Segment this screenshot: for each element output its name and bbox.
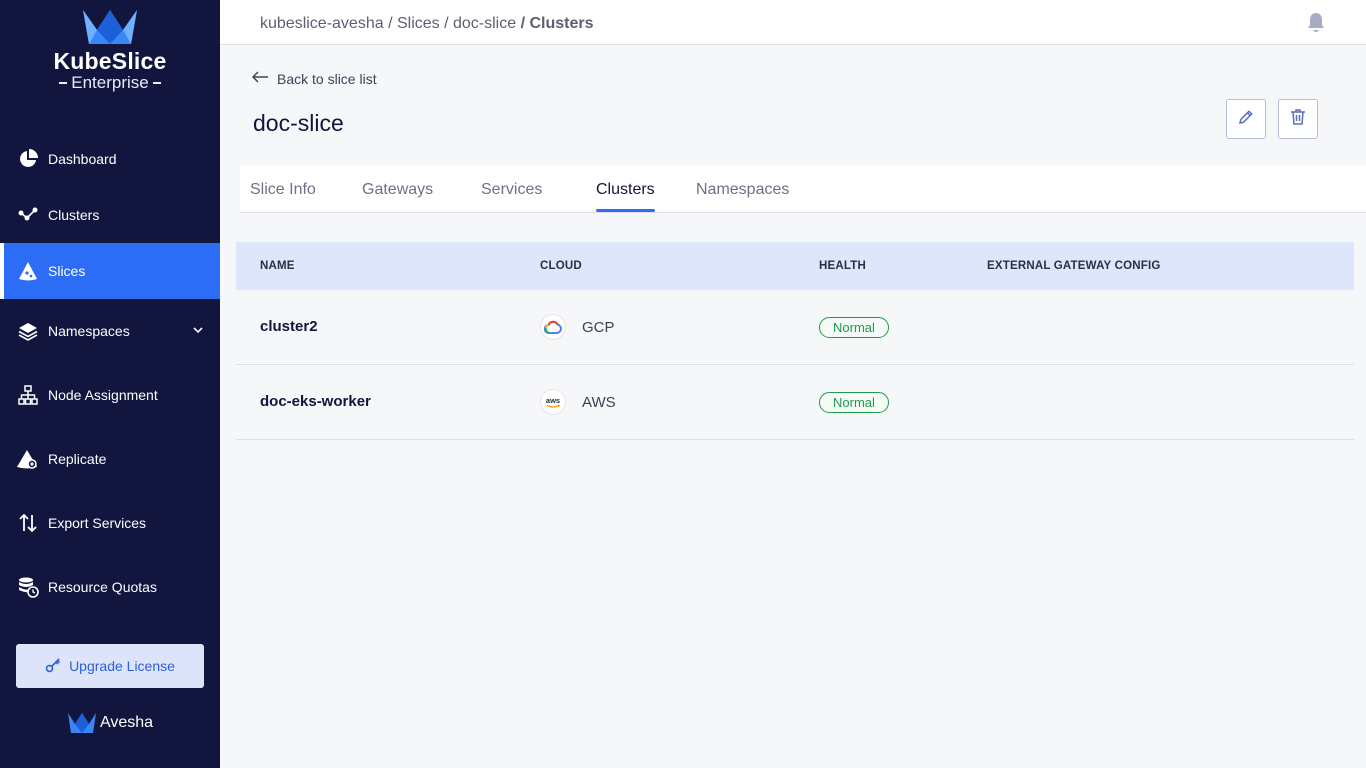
slice-icon bbox=[17, 260, 39, 282]
arrows-updown-icon bbox=[17, 512, 39, 534]
column-header-cloud[interactable]: CLOUD bbox=[540, 260, 582, 272]
cloud-cell: aws AWS bbox=[540, 389, 616, 415]
tab-namespaces[interactable]: Namespaces bbox=[696, 181, 789, 199]
trash-icon bbox=[1289, 108, 1307, 131]
cluster-name[interactable]: cluster2 bbox=[260, 318, 318, 335]
sidebar-item-namespaces[interactable]: Namespaces bbox=[0, 303, 220, 359]
breadcrumb-separator: / bbox=[388, 15, 397, 32]
crown-logo-icon bbox=[83, 10, 137, 44]
chevron-down-icon[interactable] bbox=[192, 323, 204, 339]
sidebar-item-label: Export Services bbox=[48, 515, 147, 531]
sidebar-item-resource-quotas[interactable]: Resource Quotas bbox=[0, 559, 220, 615]
cloud-name: AWS bbox=[582, 393, 616, 411]
breadcrumb-item[interactable]: doc-slice bbox=[453, 15, 516, 32]
table-header: NAME CLOUD HEALTH EXTERNAL GATEWAY CONFI… bbox=[236, 242, 1354, 290]
health-status-badge: Normal bbox=[819, 317, 889, 338]
upgrade-license-label: Upgrade License bbox=[69, 658, 175, 674]
sidebar: KubeSlice Enterprise Dashboard Clusters … bbox=[0, 0, 220, 768]
tab-slice-info[interactable]: Slice Info bbox=[250, 181, 316, 199]
sidebar-item-node-assignment[interactable]: Node Assignment bbox=[0, 367, 220, 423]
sidebar-item-export-services[interactable]: Export Services bbox=[0, 495, 220, 551]
sidebar-item-label: Slices bbox=[48, 263, 86, 279]
tab-bar: Slice Info Gateways Services Clusters Na… bbox=[240, 165, 1366, 213]
breadcrumb-separator: / bbox=[444, 15, 453, 32]
sidebar-item-clusters[interactable]: Clusters bbox=[0, 187, 220, 243]
back-label: Back to slice list bbox=[277, 70, 377, 87]
database-clock-icon bbox=[17, 576, 39, 598]
breadcrumb-current: Clusters bbox=[529, 15, 594, 32]
breadcrumb: kubeslice-avesha / Slices / doc-slice / … bbox=[260, 15, 594, 33]
sidebar-item-slices[interactable]: Slices bbox=[0, 243, 220, 299]
brand-logo[interactable]: KubeSlice Enterprise bbox=[0, 8, 220, 93]
arrow-left-icon bbox=[251, 70, 269, 87]
tab-services[interactable]: Services bbox=[481, 181, 542, 199]
sidebar-item-label: Clusters bbox=[48, 207, 100, 223]
brand-subtitle: Enterprise bbox=[0, 73, 220, 93]
sidebar-item-replicate[interactable]: Replicate bbox=[0, 431, 220, 487]
column-header-external-gateway-config[interactable]: EXTERNAL GATEWAY CONFIG bbox=[987, 260, 1161, 272]
nodes-icon bbox=[17, 204, 39, 226]
svg-text:aws: aws bbox=[546, 396, 560, 405]
sidebar-item-label: Replicate bbox=[48, 451, 107, 467]
gcp-icon bbox=[540, 314, 566, 340]
pie-chart-icon bbox=[17, 148, 39, 170]
table-row[interactable]: cluster2 GCP Normal bbox=[236, 290, 1354, 365]
cloud-cell: GCP bbox=[540, 314, 615, 340]
footer-brand: Avesha bbox=[0, 712, 220, 734]
table-row[interactable]: doc-eks-worker aws AWS Normal bbox=[236, 365, 1354, 440]
notifications-bell-icon[interactable] bbox=[1306, 12, 1326, 39]
replicate-icon bbox=[17, 448, 39, 470]
clusters-table: NAME CLOUD HEALTH EXTERNAL GATEWAY CONFI… bbox=[236, 242, 1354, 440]
tab-gateways[interactable]: Gateways bbox=[362, 181, 433, 199]
key-icon bbox=[45, 657, 61, 676]
sidebar-item-label: Node Assignment bbox=[48, 387, 158, 403]
avesha-logo-icon bbox=[67, 713, 96, 733]
tab-clusters[interactable]: Clusters bbox=[596, 181, 655, 212]
pencil-icon bbox=[1237, 108, 1255, 131]
breadcrumb-item[interactable]: Slices bbox=[397, 15, 440, 32]
edit-button[interactable] bbox=[1226, 99, 1266, 139]
sidebar-item-label: Resource Quotas bbox=[48, 579, 157, 595]
sidebar-item-label: Namespaces bbox=[48, 323, 130, 339]
hierarchy-icon bbox=[17, 384, 39, 406]
delete-button[interactable] bbox=[1278, 99, 1318, 139]
layers-icon bbox=[17, 320, 39, 342]
sidebar-item-dashboard[interactable]: Dashboard bbox=[0, 131, 220, 187]
brand-title: KubeSlice bbox=[53, 48, 167, 74]
aws-icon: aws bbox=[540, 389, 566, 415]
breadcrumb-item[interactable]: kubeslice-avesha bbox=[260, 15, 384, 32]
column-header-health[interactable]: HEALTH bbox=[819, 260, 866, 272]
brand-subtitle-text: Enterprise bbox=[71, 73, 149, 92]
page-title: doc-slice bbox=[253, 110, 344, 136]
cluster-name[interactable]: doc-eks-worker bbox=[260, 393, 371, 410]
column-header-name[interactable]: NAME bbox=[260, 260, 295, 272]
cloud-name: GCP bbox=[582, 318, 615, 336]
health-status-badge: Normal bbox=[819, 392, 889, 413]
footer-brand-text: Avesha bbox=[99, 714, 154, 731]
back-to-slice-list-link[interactable]: Back to slice list bbox=[251, 70, 377, 87]
sidebar-item-label: Dashboard bbox=[48, 151, 117, 167]
top-bar: kubeslice-avesha / Slices / doc-slice / … bbox=[220, 0, 1366, 45]
upgrade-license-button[interactable]: Upgrade License bbox=[16, 644, 204, 688]
